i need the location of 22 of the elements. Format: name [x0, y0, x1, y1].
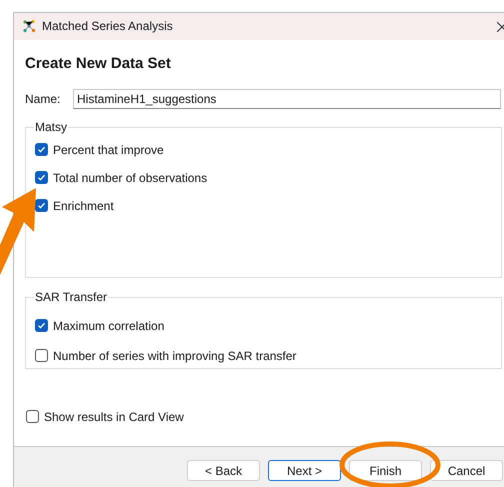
name-label: Name: — [25, 91, 62, 108]
close-icon[interactable] — [497, 22, 504, 32]
checkbox[interactable] — [35, 349, 48, 362]
name-field[interactable]: HistamineH1_suggestions — [73, 89, 501, 110]
dialog-button[interactable]: Cancel — [430, 460, 503, 482]
dialog-button[interactable]: Next > — [268, 460, 341, 482]
checkbox[interactable] — [26, 410, 39, 424]
checkbox[interactable] — [35, 171, 48, 184]
dialog-heading: Create New Data Set — [25, 54, 172, 74]
checkbox[interactable] — [35, 199, 48, 212]
checkbox[interactable] — [35, 143, 48, 156]
checkbox-label: Number of series with improving SAR transfer — [53, 348, 296, 365]
app-logo-icon — [22, 19, 36, 34]
dialog-button[interactable]: < Back — [187, 460, 260, 482]
checkbox-label: Enrichment — [53, 198, 114, 215]
checkbox[interactable] — [35, 319, 48, 332]
checkbox-label: Show results in Card View — [44, 408, 184, 426]
checkbox-label: Total number of observations — [53, 170, 208, 187]
checkbox-label: Maximum correlation — [53, 318, 164, 335]
checkbox-label: Percent that improve — [53, 142, 164, 159]
dialog-button[interactable]: Finish — [349, 460, 422, 482]
window-title: Matched Series Analysis — [42, 18, 173, 36]
